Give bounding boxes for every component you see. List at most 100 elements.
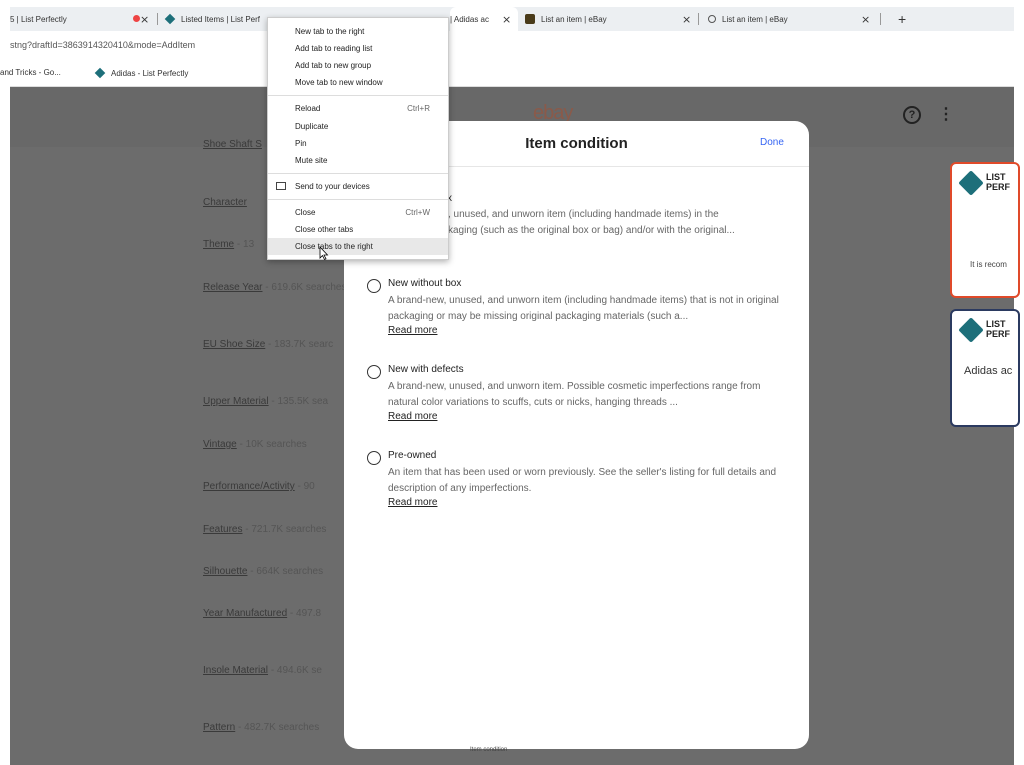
tab-ebay-list-item-2[interactable]: List an item | eBay ×: [708, 7, 886, 31]
list-perfectly-brand: LIST PERF: [986, 172, 1010, 192]
aspect-name: Shoe Shaft S: [203, 139, 262, 150]
tab-ebay-list-item-1[interactable]: List an item | eBay ×: [525, 7, 705, 31]
radio-button[interactable]: [367, 365, 381, 379]
done-button[interactable]: Done: [760, 137, 784, 148]
aspect-features[interactable]: Features - 721.7K searches: [203, 524, 326, 535]
menu-separator: [268, 199, 448, 200]
option-label: New without box: [388, 278, 462, 289]
desc-line: kaging (such as the original box or bag)…: [448, 225, 735, 236]
aspect-name: Upper Material: [203, 396, 269, 407]
menu-label: Mute site: [295, 156, 328, 165]
radio-button[interactable]: [367, 279, 381, 293]
tab-title: Listed Items | List Perf: [181, 14, 260, 24]
condition-option-new-without-box[interactable]: New without box A brand-new, unused, and…: [367, 278, 787, 338]
tab-close-icon[interactable]: ×: [861, 13, 870, 26]
address-bar[interactable]: stng?draftId=3863914320410&mode=AddItem: [10, 31, 1014, 61]
tab-separator: [157, 13, 158, 25]
brand-line: LIST: [986, 319, 1006, 329]
menu-item-close-tabs-right[interactable]: Close tabs to the right: [268, 238, 448, 255]
bookmarks-bar: and Tricks - Go... Adidas - List Perfect…: [0, 61, 1014, 87]
option-label: Pre-owned: [388, 450, 437, 461]
help-icon[interactable]: ?: [903, 106, 921, 124]
aspect-name: EU Shoe Size: [203, 339, 266, 350]
aspect-name: Insole Material: [203, 665, 269, 676]
tab-close-icon[interactable]: ×: [682, 13, 691, 26]
menu-item-send-devices[interactable]: Send to your devices: [268, 178, 448, 195]
menu-label: Send to your devices: [295, 182, 370, 191]
new-tab-button[interactable]: +: [898, 11, 906, 27]
option-label: New with defects: [388, 364, 464, 375]
page-footer-text: Item condition: [470, 747, 508, 753]
aspect-name: Year Manufactured: [203, 608, 288, 619]
tab-close-icon[interactable]: ×: [140, 13, 149, 26]
aspect-silhouette[interactable]: Silhouette - 664K searches: [203, 566, 323, 577]
tab-adidas[interactable]: | Adidas ac ×: [450, 7, 518, 31]
aspect-name: Character: [203, 197, 247, 208]
menu-item-duplicate[interactable]: Duplicate: [268, 118, 448, 135]
devices-icon: [276, 182, 286, 190]
tab-title: List an item | eBay: [722, 14, 788, 24]
radio-button[interactable]: [367, 451, 381, 465]
list-perfectly-card-recommend[interactable]: LIST PERF It is recom: [950, 162, 1020, 298]
bookmark-tricks[interactable]: and Tricks - Go...: [0, 68, 61, 77]
tab-close-icon[interactable]: ×: [502, 13, 511, 26]
aspect-stat: - 13: [236, 239, 255, 250]
menu-label: Close tabs to the right: [295, 242, 373, 251]
aspect-upper-material[interactable]: Upper Material - 135.5K sea: [203, 396, 328, 407]
brand-line: PERF: [986, 182, 1011, 192]
aspect-stat: - 135.5K sea: [271, 396, 329, 407]
menu-label: Duplicate: [295, 122, 329, 131]
aspect-insole-material[interactable]: Insole Material - 494.6K se: [203, 665, 322, 676]
aspect-name: Features: [203, 524, 243, 535]
menu-item-reload[interactable]: Reload Ctrl+R: [268, 100, 448, 117]
ebay-listing-page: ebay ? ⋮ Shoe Shaft S Character Theme - …: [10, 87, 1020, 765]
aspect-year-manufactured[interactable]: Year Manufactured - 497.8: [203, 608, 321, 619]
aspect-character[interactable]: Character: [203, 197, 247, 208]
menu-label: Reload: [295, 104, 321, 113]
bookmark-adidas[interactable]: Adidas - List Perfectly: [94, 67, 188, 79]
aspect-stat: - 494.6K se: [270, 665, 322, 676]
aspect-vintage[interactable]: Vintage - 10K searches: [203, 439, 307, 450]
tab-title: List an item | eBay: [541, 14, 607, 24]
list-perfectly-card-adidas[interactable]: LIST PERF Adidas ac: [950, 309, 1020, 427]
menu-item-close[interactable]: Close Ctrl+W: [268, 204, 448, 221]
brand-line: PERF: [986, 329, 1011, 339]
menu-label: Move tab to new window: [295, 78, 383, 87]
aspect-stat: - 482.7K searches: [238, 722, 320, 733]
aspect-shoe-shaft[interactable]: Shoe Shaft S: [203, 139, 262, 150]
aspect-theme[interactable]: Theme - 13: [203, 239, 254, 250]
list-perfectly-logo-icon: [958, 170, 984, 196]
menu-item-new-tab-right[interactable]: New tab to the right: [268, 23, 448, 40]
read-more-link[interactable]: Read more: [388, 497, 437, 508]
menu-label: Close: [295, 208, 316, 217]
read-more-link[interactable]: Read more: [388, 325, 437, 336]
card-text: Adidas ac: [964, 365, 1013, 377]
aspect-name: Release Year: [203, 282, 263, 293]
menu-item-add-new-group[interactable]: Add tab to new group: [268, 57, 448, 74]
menu-label: Add tab to reading list: [295, 44, 373, 53]
card-text: It is recom: [970, 260, 1007, 269]
menu-item-add-reading-list[interactable]: Add tab to reading list: [268, 40, 448, 57]
menu-item-close-other-tabs[interactable]: Close other tabs: [268, 221, 448, 238]
aspect-stat: - 90: [297, 481, 315, 492]
aspect-release-year[interactable]: Release Year - 619.6K searches: [203, 282, 346, 293]
menu-item-pin[interactable]: Pin: [268, 135, 448, 152]
menu-item-mute-site[interactable]: Mute site: [268, 152, 448, 169]
list-perfectly-icon: [94, 67, 106, 79]
more-options-icon[interactable]: ⋮: [938, 104, 954, 124]
tab-separator: [698, 13, 699, 25]
condition-option-pre-owned[interactable]: Pre-owned An item that has been used or …: [367, 450, 787, 510]
read-more-link[interactable]: Read more: [388, 411, 437, 422]
condition-option-new-with-defects[interactable]: New with defects A brand-new, unused, an…: [367, 364, 787, 424]
list-perfectly-icon: [164, 13, 176, 25]
menu-label: Add tab to new group: [295, 61, 372, 70]
aspect-eu-shoe-size[interactable]: EU Shoe Size - 183.7K searc: [203, 339, 333, 350]
aspect-pattern[interactable]: Pattern - 482.7K searches: [203, 722, 319, 733]
globe-icon: [708, 15, 716, 23]
menu-item-move-new-window[interactable]: Move tab to new window: [268, 74, 448, 91]
tab-separator: [880, 13, 881, 25]
aspect-stat: - 183.7K searc: [268, 339, 334, 350]
url-text[interactable]: stng?draftId=3863914320410&mode=AddItem: [10, 40, 195, 50]
desc-line: , unused, and unworn item (including han…: [448, 209, 719, 220]
aspect-performance[interactable]: Performance/Activity - 90: [203, 481, 315, 492]
